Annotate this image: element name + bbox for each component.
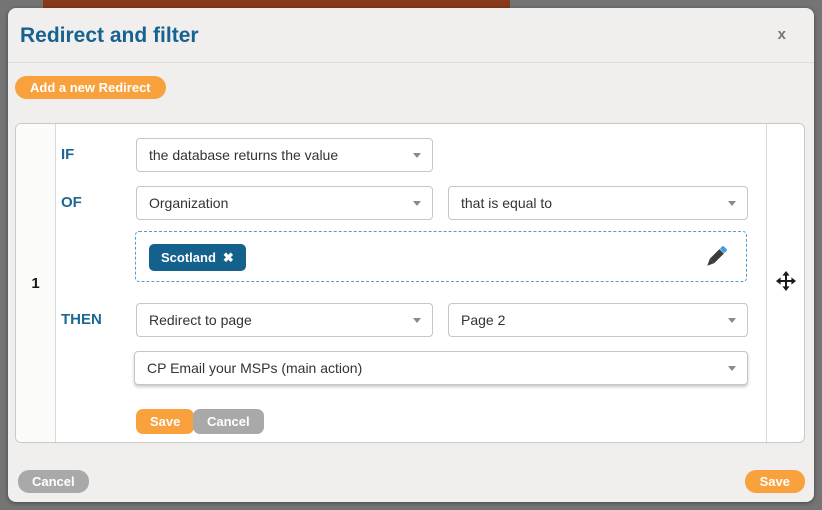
then-target-detail-value: CP Email your MSPs (main action) [147,360,362,376]
of-operator-value: that is equal to [461,195,552,211]
then-label: THEN [61,311,102,328]
dialog-cancel-button[interactable]: Cancel [18,470,89,493]
remove-tag-icon[interactable]: ✖ [223,250,234,266]
filter-values-box[interactable]: Scotland ✖ [135,231,747,282]
then-target-page-value: Page 2 [461,312,505,328]
if-label: IF [61,146,74,163]
rule-drag-handle[interactable] [766,124,804,442]
redirect-rule-card: 1 IF the database returns the value [15,123,805,443]
of-label: OF [61,194,82,211]
then-action-value: Redirect to page [149,312,252,328]
then-action-select[interactable]: Redirect to page [136,303,433,337]
chevron-down-icon [413,201,421,206]
add-redirect-button[interactable]: Add a new Redirect [15,76,166,99]
move-icon [776,271,796,296]
redirect-and-filter-dialog: Redirect and filter x Add a new Redirect… [8,8,814,502]
pencil-icon [702,258,730,275]
chevron-down-icon [728,318,736,323]
chevron-down-icon [728,201,736,206]
filter-tag-label: Scotland [161,250,216,265]
rule-save-button[interactable]: Save [136,409,194,434]
close-icon[interactable]: x [778,26,786,44]
chevron-down-icon [413,318,421,323]
of-field-select[interactable]: Organization [136,186,433,220]
chevron-down-icon [728,366,736,371]
edit-values-button[interactable] [702,243,730,271]
then-target-page-select[interactable]: Page 2 [448,303,748,337]
filter-tag-scotland[interactable]: Scotland ✖ [149,244,246,271]
of-field-value: Organization [149,195,228,211]
dialog-save-button[interactable]: Save [745,470,805,493]
if-condition-value: the database returns the value [149,147,338,163]
then-target-detail-select[interactable]: CP Email your MSPs (main action) [134,351,748,385]
of-operator-select[interactable]: that is equal to [448,186,748,220]
rule-index: 1 [16,124,56,442]
header-divider [8,62,814,63]
dialog-title: Redirect and filter [20,24,199,48]
if-condition-select[interactable]: the database returns the value [136,138,433,172]
chevron-down-icon [413,153,421,158]
rule-cancel-button[interactable]: Cancel [193,409,264,434]
